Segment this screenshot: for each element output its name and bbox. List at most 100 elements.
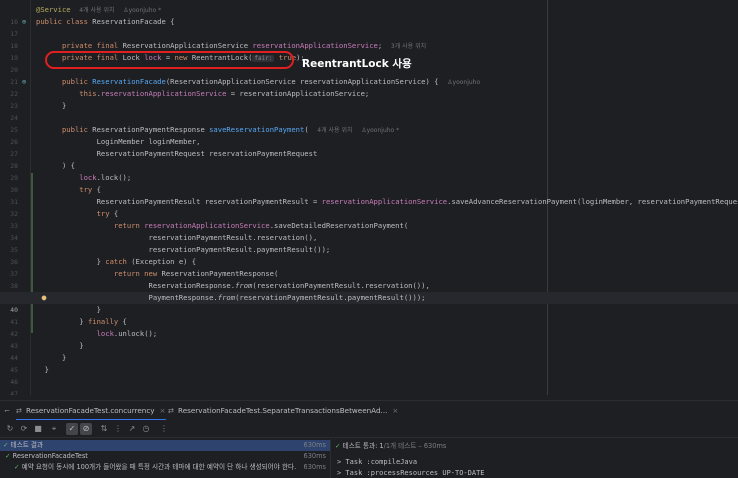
rerun-failed-icon[interactable]: ⟳ xyxy=(18,423,30,435)
method-call[interactable]: .saveDetailedReservationPayment( xyxy=(270,221,408,230)
test-run-icon: ⇄ xyxy=(168,406,175,415)
argument[interactable]: (reservationPaymentResult.reservation())… xyxy=(252,281,429,290)
code-line-36[interactable]: 36 reservationPaymentResult.paymentResul… xyxy=(0,244,738,266)
show-passed-icon[interactable]: ✓ xyxy=(66,423,78,435)
code-line-17[interactable]: 17 ⊕ public class ReservationFacade { xyxy=(0,16,738,38)
rerun-icon[interactable]: ↻ xyxy=(4,423,16,435)
service-annotation[interactable]: @Service xyxy=(36,5,71,14)
keyword: return xyxy=(113,221,145,230)
field-name[interactable]: reservationApplicationService xyxy=(144,221,270,230)
brace: { xyxy=(118,317,127,326)
code-line-30[interactable]: 30 lock.lock(); xyxy=(0,172,738,194)
history-icon[interactable]: ◷ xyxy=(140,423,152,435)
author-hint[interactable]: yoonjuho * xyxy=(129,7,162,14)
lock-call[interactable]: .lock(); xyxy=(97,173,132,182)
code-line-34[interactable]: 34 return reservationApplicationService.… xyxy=(0,220,738,242)
code-line-27[interactable]: 27 LoginMember loginMember, xyxy=(0,136,738,158)
expand-icon[interactable]: ⋮ xyxy=(112,423,124,435)
tab-separate-transactions[interactable]: ⇄ ReservationFacadeTest.SeparateTransacti… xyxy=(168,401,398,421)
constructor-name[interactable]: ReservationFacade xyxy=(92,77,166,86)
code-line-28[interactable]: 28 ReservationPaymentRequest reservation… xyxy=(0,148,738,170)
passed-check-icon: ✓ xyxy=(14,463,20,471)
static-method[interactable]: from xyxy=(235,281,252,290)
code-line-32[interactable]: 32 ReservationPaymentResult reservationP… xyxy=(0,196,738,218)
code-line-41[interactable]: 41 } xyxy=(0,304,738,326)
code-line-29[interactable]: 29 ) { xyxy=(0,160,738,182)
static-method[interactable]: from xyxy=(218,293,235,302)
tree-root-row[interactable]: ✓ 테스트 결과 630ms xyxy=(0,440,330,451)
parameter[interactable]: ReservationPaymentRequest reservationPay… xyxy=(97,149,318,158)
tree-test-row[interactable]: ✓ 예약 요청이 동시에 100개가 들어왔을 때 특정 시간과 테마에 대한 … xyxy=(0,462,330,473)
code-line-25[interactable]: 25 xyxy=(0,112,738,134)
code-line-38[interactable]: 38 return new ReservationPaymentResponse… xyxy=(0,268,738,290)
code-line-47[interactable]: 47 xyxy=(0,376,738,395)
usage-hint[interactable]: 4개 사용 위치 xyxy=(317,127,352,134)
close-icon[interactable]: × xyxy=(392,406,398,415)
code-line-26[interactable]: 26 public ReservationPaymentResponse sav… xyxy=(0,124,738,146)
class-reference[interactable]: ReservationResponse. xyxy=(149,281,236,290)
test-results-tree[interactable]: ✓ 테스트 결과 630ms ✓ ReservationFacadeTest 6… xyxy=(0,439,330,478)
code-line-45[interactable]: 45 } xyxy=(0,352,738,374)
type-name[interactable]: ReservationPaymentResponse xyxy=(92,125,209,134)
code-line-18[interactable]: 18 xyxy=(0,28,738,50)
brace: { xyxy=(109,209,119,218)
class-name[interactable]: ReservationFacade { xyxy=(92,17,174,26)
run-tab-menu[interactable]: ⌐ xyxy=(4,401,14,421)
constructor-params[interactable]: (ReservationApplicationService reservati… xyxy=(166,77,439,86)
variable-declaration[interactable]: ReservationPaymentResult reservationPaym… xyxy=(97,197,322,206)
code-line-22[interactable]: 22 ⊕ public ReservationFacade(Reservatio… xyxy=(0,76,738,98)
pin-icon[interactable]: ⌖ xyxy=(48,423,60,435)
argument[interactable]: reservationPaymentResult.reservation(), xyxy=(149,233,318,242)
code-line-39[interactable]: 39 ReservationResponse.from(reservationP… xyxy=(0,280,738,302)
code-line-35[interactable]: 35 reservationPaymentResult.reservation(… xyxy=(0,232,738,254)
spring-bean-icon[interactable]: ⊕ xyxy=(20,18,28,26)
code-line-40-current[interactable]: 40 ● PaymentResponse.from(reservationPay… xyxy=(0,292,738,314)
code-line-33[interactable]: 33 try { xyxy=(0,208,738,230)
field-name[interactable]: reservationApplicationService xyxy=(322,197,448,206)
code-line-46[interactable]: 46 } xyxy=(0,364,738,386)
usage-hint[interactable]: 4개 사용 위치 xyxy=(79,7,114,14)
stop-icon[interactable]: ■ xyxy=(32,423,44,435)
code-line-44[interactable]: 44 } xyxy=(0,340,738,362)
code-line-24[interactable]: 24 } xyxy=(0,100,738,122)
keyword: public xyxy=(61,77,93,86)
tree-class-row[interactable]: ✓ ReservationFacadeTest 630ms xyxy=(0,451,330,462)
catch-clause[interactable]: (Exception e) { xyxy=(127,257,196,266)
more-icon[interactable]: ⋮ xyxy=(158,423,170,435)
console-output[interactable]: ✓ 테스트 통과: 1/1개 테스트 – 630ms > Task :compi… xyxy=(330,439,738,478)
method-name[interactable]: saveReservationPayment xyxy=(209,125,304,134)
brace: { xyxy=(92,185,101,194)
tab-concurrency[interactable]: ⇄ ReservationFacadeTest.concurrency × xyxy=(16,401,166,421)
method-call[interactable]: .saveAdvanceReservationPayment(loginMemb… xyxy=(447,197,738,206)
lock-field[interactable]: lock xyxy=(97,329,114,338)
test-method-label: 예약 요청이 동시에 100개가 들어왔을 때 특정 시간과 테마에 대한 예약… xyxy=(21,463,297,471)
sort-icon[interactable]: ⇅ xyxy=(98,423,110,435)
usage-hint[interactable]: 3개 사용 위치 xyxy=(391,43,426,50)
lock-field[interactable]: lock xyxy=(79,173,96,182)
author-hint[interactable]: yoonjuho * xyxy=(367,127,400,134)
author-hint[interactable]: yoonjuho xyxy=(453,79,481,86)
constructor-call[interactable]: ReservationPaymentResponse( xyxy=(162,269,279,278)
class-reference[interactable]: PaymentResponse. xyxy=(149,293,218,302)
field-name[interactable]: reservationApplicationService xyxy=(101,89,227,98)
closing-brace: } xyxy=(79,341,84,350)
close-icon[interactable]: × xyxy=(160,406,166,415)
code-line-23[interactable]: 23 this.reservationApplicationService = … xyxy=(0,88,738,110)
code-line-37[interactable]: 37 } catch (Exception e) { xyxy=(0,256,738,278)
code-line-43[interactable]: 43 lock.unlock(); xyxy=(0,328,738,350)
export-icon[interactable]: ↗ xyxy=(126,423,138,435)
code-editor[interactable]: 16 @Service 4개 사용 위치 ♙yoonjuho * 17 ⊕ pu… xyxy=(0,0,738,395)
argument[interactable]: reservationPaymentResult.paymentResult()… xyxy=(149,245,331,254)
type-name[interactable]: ReservationApplicationService xyxy=(123,41,253,50)
field-name[interactable]: reservationApplicationService xyxy=(252,41,378,50)
unlock-call[interactable]: .unlock(); xyxy=(114,329,157,338)
code-line-31[interactable]: 31 try { xyxy=(0,184,738,206)
autowired-icon[interactable]: ⊕ xyxy=(20,78,28,86)
argument[interactable]: (reservationPaymentResult.paymentResult(… xyxy=(235,293,425,302)
assignment[interactable]: = reservationApplicationService; xyxy=(226,89,370,98)
code-line-42[interactable]: 42 } finally { xyxy=(0,316,738,338)
show-ignored-icon[interactable]: ⊘ xyxy=(80,423,92,435)
parameter[interactable]: LoginMember loginMember, xyxy=(97,137,201,146)
code-line-16[interactable]: 16 @Service 4개 사용 위치 ♙yoonjuho * xyxy=(0,4,738,26)
collapse-icon[interactable]: ⌐ xyxy=(4,406,10,415)
